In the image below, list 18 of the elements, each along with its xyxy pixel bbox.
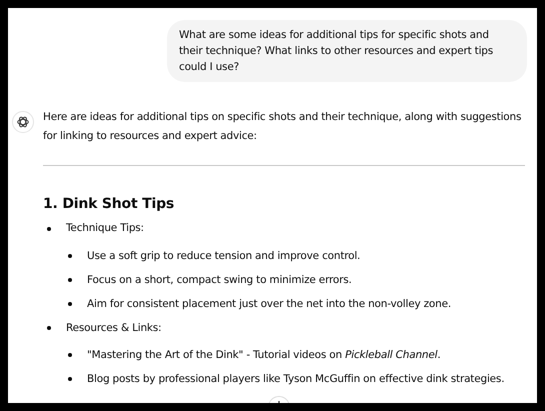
bullet-icon: [68, 254, 72, 258]
bullet-icon: [47, 326, 51, 330]
bullet-icon: [68, 377, 72, 382]
assistant-avatar-icon: [12, 111, 34, 133]
bullet-icon: [68, 302, 72, 306]
bullet-icon: [68, 353, 72, 358]
list-label: Technique Tips:: [66, 220, 144, 236]
list-item-text: Blog posts by professional players like Tyson McGuffin on effective dink strategies.: [87, 372, 504, 386]
section-heading: 1. Dink Shot Tips: [43, 196, 176, 213]
list-item-text: Focus on a short, compact swing to minimize errors.: [87, 272, 352, 287]
assistant-paragraph: Here are ideas for additional tips on specific shots and their technique, along with suggestions for linking to resources and expert advice:: [43, 110, 522, 144]
list-item-text: Use a soft grip to reduce tension and improve control.: [87, 248, 360, 263]
user-message: What are some ideas for additional tips for specific shots and their technique? What links to other resources and expert tips could I use?: [167, 20, 527, 82]
list-label: Resources & Links:: [66, 320, 162, 336]
bullet-icon: [68, 278, 72, 282]
list-item-text: Aim for consistent placement just over the net into the non-volley zone.: [87, 296, 452, 311]
bullet-icon: [47, 226, 51, 231]
list-item-text: "Mastering the Art of the Dink" - Tutorial videos on Pickleball Channel.: [87, 348, 440, 362]
